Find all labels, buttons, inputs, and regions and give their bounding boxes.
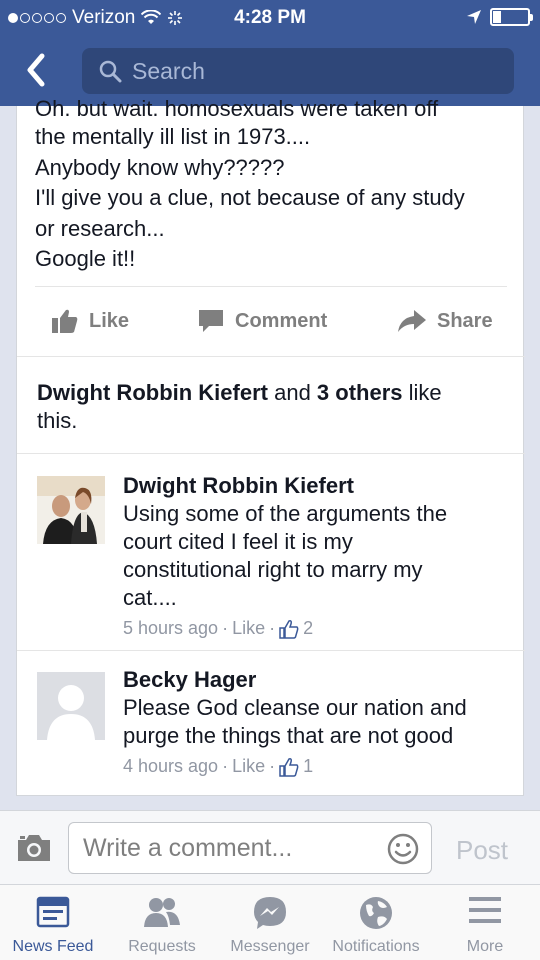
post-actions: Like Comment Share — [17, 302, 525, 340]
tab-label: More — [466, 938, 504, 955]
status-right — [466, 8, 533, 26]
comment-line: court cited I feel it is my — [123, 529, 353, 554]
chevron-left-icon — [27, 53, 45, 87]
thumbs-up-outline-icon — [279, 757, 299, 777]
comment-line: constitutional right to marry my — [123, 557, 423, 582]
search-icon — [99, 60, 122, 83]
search-input[interactable]: Search — [82, 48, 514, 94]
post-line: Google it!! — [35, 246, 136, 271]
post-line: or research... — [35, 215, 165, 241]
comment-line: purge the things that are not good — [123, 723, 454, 748]
post-line: I'll give you a clue, not because of any… — [35, 185, 465, 210]
search-placeholder: Search — [132, 57, 205, 84]
comment-bubble-icon — [199, 310, 223, 332]
tab-label: Notifications — [332, 938, 420, 955]
post-button[interactable]: Post — [456, 835, 508, 866]
comment-like-count: 1 — [303, 756, 314, 776]
emoji-button[interactable] — [387, 833, 419, 872]
tab-label: News Feed — [12, 938, 94, 955]
camera-icon — [18, 835, 50, 861]
comment-body: Becky Hager Please God cleanse our natio… — [123, 666, 518, 777]
meta-dot: · — [269, 756, 276, 776]
tab-notifications[interactable]: Notifications — [322, 885, 430, 960]
messenger-icon — [254, 897, 286, 929]
post-line: the mentally ill list in 1973.... — [35, 124, 311, 149]
comment-composer: Write a comment... Post — [0, 810, 540, 884]
post-text: the mentally ill list in 1973.... Anybod… — [35, 122, 515, 275]
meta-dot: · — [222, 618, 229, 638]
thumbs-up-outline-icon — [279, 619, 299, 639]
status-time: 4:28 PM — [234, 7, 306, 28]
tab-more[interactable]: More — [430, 885, 540, 960]
divider — [17, 650, 525, 651]
back-button[interactable] — [18, 50, 58, 90]
comment-like-count: 2 — [303, 618, 314, 638]
thumbs-up-icon — [52, 309, 78, 333]
smiley-icon — [387, 833, 419, 865]
news-feed-icon — [36, 896, 70, 928]
like-label: Like — [89, 309, 130, 332]
likes-summary[interactable]: Dwight Robbin Kiefert and 3 others like t… — [17, 356, 525, 454]
tab-label: Messenger — [230, 938, 310, 955]
likes-suffix-2: this. — [37, 408, 78, 433]
comment-text: Using some of the arguments the court ci… — [123, 500, 518, 612]
comment-text: Please God cleanse our nation and purge … — [123, 694, 518, 750]
avatar-placeholder[interactable] — [37, 672, 105, 740]
tab-news-feed[interactable]: News Feed — [0, 885, 106, 960]
comment-author[interactable]: Dwight Robbin Kiefert — [123, 472, 518, 500]
status-bar: Verizon 4:28 PM — [0, 0, 540, 36]
comment-time[interactable]: 4 hours ago — [123, 756, 218, 777]
camera-button[interactable] — [16, 833, 52, 868]
meta-dot: · — [222, 756, 229, 776]
share-arrow-icon — [398, 310, 426, 332]
comment-author[interactable]: Becky Hager — [123, 666, 518, 694]
more-icon — [469, 897, 501, 923]
notifications-icon — [360, 897, 392, 929]
comment-time[interactable]: 5 hours ago — [123, 618, 218, 639]
tab-label: Requests — [128, 938, 196, 955]
location-arrow-icon — [467, 10, 481, 24]
comment-line: Using some of the arguments the — [123, 501, 448, 526]
comment-body: Dwight Robbin Kiefert Using some of the … — [123, 472, 518, 639]
top-bar: Verizon 4:28 PM Search — [0, 0, 540, 106]
post-card: Oh, but wait, homosexuals were taken off… — [16, 98, 525, 796]
divider — [35, 286, 507, 287]
comment-meta: 4 hours ago · Like · 1 — [123, 756, 518, 777]
likes-others[interactable]: 3 others — [317, 380, 403, 405]
comment-input-placeholder: Write a comment... — [83, 833, 293, 862]
share-button[interactable]: Share — [397, 302, 493, 340]
comment-input[interactable]: Write a comment... — [68, 822, 432, 874]
likes-and: and — [267, 380, 317, 405]
comment-button[interactable]: Comment — [197, 302, 327, 340]
meta-dot: · — [269, 618, 276, 638]
comment-line: Please God cleanse our nation and — [123, 695, 467, 720]
liker-name[interactable]: Dwight Robbin Kiefert — [37, 380, 268, 405]
tab-bar: News Feed Requests Messenger Notificatio… — [0, 884, 540, 960]
post-line: Anybody know why????? — [35, 154, 285, 180]
like-button[interactable]: Like — [51, 302, 129, 340]
comment-meta: 5 hours ago · Like · 2 — [123, 618, 518, 639]
battery-icon — [490, 8, 533, 26]
tab-messenger[interactable]: Messenger — [216, 885, 324, 960]
post-text-cut-line: Oh, but wait, homosexuals were taken off — [35, 98, 439, 116]
avatar[interactable] — [37, 476, 105, 544]
comment-like-link[interactable]: Like — [232, 756, 265, 777]
comment-label: Comment — [235, 309, 328, 332]
likes-summary-text: Dwight Robbin Kiefert and 3 others like t… — [37, 379, 507, 435]
comment-line: cat.... — [123, 585, 177, 610]
comment-like-link[interactable]: Like — [232, 618, 265, 639]
requests-icon — [144, 898, 180, 927]
share-label: Share — [437, 309, 493, 332]
tab-requests[interactable]: Requests — [108, 885, 216, 960]
likes-suffix: like — [402, 380, 442, 405]
